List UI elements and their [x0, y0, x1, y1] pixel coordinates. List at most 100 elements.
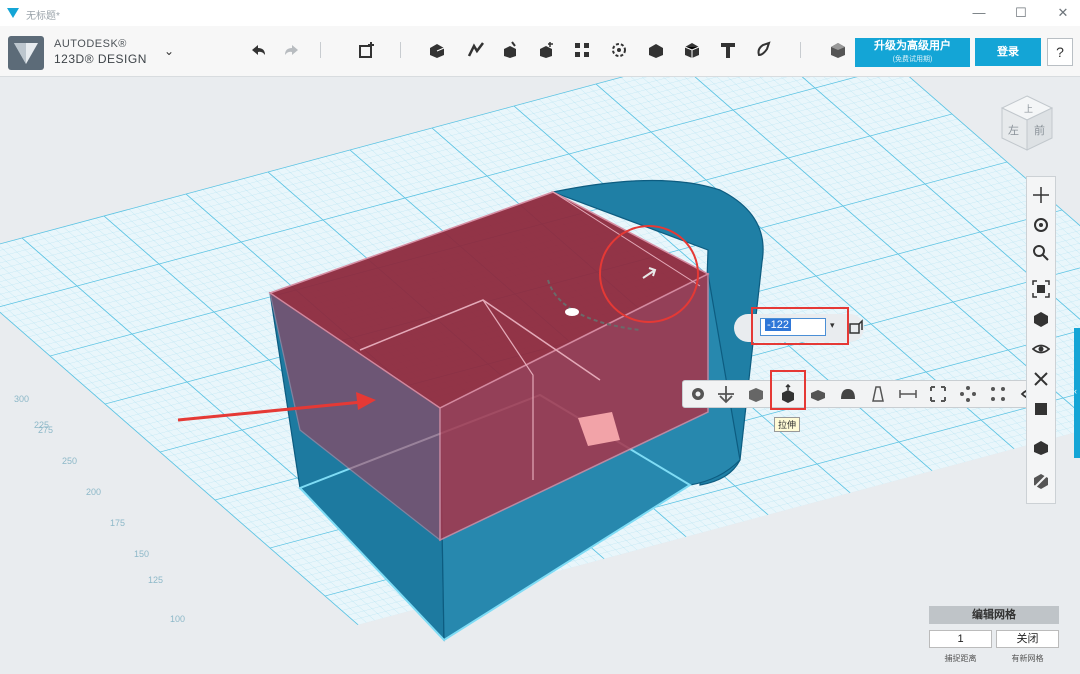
- redo-icon: [285, 45, 298, 55]
- sweep-icon: [811, 390, 825, 401]
- undo-button[interactable]: [246, 38, 270, 62]
- snap-button[interactable]: [752, 38, 776, 62]
- primitives-button[interactable]: [355, 38, 379, 62]
- ctx-pattern-button[interactable]: [956, 382, 980, 406]
- scale-icon: [930, 386, 946, 402]
- chevron-left-icon: ‹: [1074, 386, 1077, 396]
- highlight-extrude-box: [770, 370, 806, 410]
- outline-button[interactable]: [1031, 399, 1051, 419]
- snap-icon: [757, 41, 771, 57]
- ctx-sweep-button[interactable]: [806, 382, 830, 406]
- viewcube-left-label: 左: [1008, 124, 1019, 137]
- extrude-mode-icon[interactable]: [848, 318, 866, 336]
- ctx-grid-button[interactable]: [986, 382, 1010, 406]
- grid-label: 175: [110, 518, 125, 528]
- cube-outline-icon: [684, 43, 700, 58]
- grid-label: 100: [170, 614, 185, 624]
- ctx-measure-button[interactable]: [896, 382, 920, 406]
- combine-icon: [612, 43, 626, 57]
- text-button[interactable]: [716, 38, 740, 62]
- construct-icon: [467, 42, 484, 57]
- material-cube-button[interactable]: [680, 38, 704, 62]
- ctx-settings-button[interactable]: [686, 382, 710, 406]
- viewcube-front-label: 前: [1034, 123, 1045, 137]
- redo-button[interactable]: [280, 38, 304, 62]
- zoom-icon: [1033, 245, 1049, 261]
- grid-label: 125: [148, 575, 163, 585]
- close-button[interactable]: ✕: [1050, 4, 1076, 22]
- app-logo-icon: [7, 8, 19, 18]
- ctx-loft-button[interactable]: [866, 382, 890, 406]
- edit-grid-button[interactable]: 编辑网格: [929, 606, 1059, 624]
- upgrade-button[interactable]: 升级为高级用户 (免费试用期): [855, 38, 970, 67]
- toolbar-separator: [320, 42, 321, 58]
- combine-button[interactable]: [607, 38, 631, 62]
- snap-distance-caption: 捕捉距离: [944, 654, 977, 663]
- pattern-dots-icon: [960, 386, 976, 402]
- navigation-bar: [1026, 176, 1056, 504]
- highlight-circle: [599, 225, 699, 323]
- hide-button[interactable]: [1031, 471, 1051, 491]
- maximize-button[interactable]: ☐: [1008, 4, 1034, 22]
- gear-icon: [692, 388, 704, 400]
- pressfit-icon: [749, 388, 763, 402]
- grid-label: 150: [134, 549, 149, 559]
- construct-button[interactable]: [464, 38, 488, 62]
- login-button[interactable]: 登录: [975, 38, 1041, 66]
- ctx-pressfit-button[interactable]: [744, 382, 768, 406]
- loft-icon: [872, 386, 884, 402]
- grid-label: 250: [62, 456, 77, 466]
- brand-line1: AUTODESK®: [54, 38, 127, 50]
- pan-button[interactable]: [1031, 185, 1051, 205]
- sketch-icon: [430, 44, 445, 58]
- orbit-button[interactable]: [1031, 215, 1051, 235]
- title-bar: 无标题*: [0, 0, 1080, 26]
- measure-button[interactable]: [644, 38, 668, 62]
- pan-icon: [1033, 187, 1049, 203]
- outline-icon: [1035, 403, 1047, 415]
- dimension-icon: [899, 390, 917, 398]
- grid-dots-icon: [991, 387, 1005, 401]
- viewport-canvas[interactable]: 300 275 250 225 200 175 150 125 100: [0, 77, 1080, 674]
- view-solid-button[interactable]: [1031, 309, 1051, 329]
- snap-distance-input[interactable]: 1: [929, 630, 992, 648]
- grid-close-button[interactable]: 关闭: [996, 630, 1059, 648]
- extrude-tooltip: 拉伸: [774, 417, 801, 432]
- material-icon: [831, 43, 845, 58]
- primitives-icon: [359, 42, 374, 58]
- measure-icon: [649, 44, 663, 58]
- help-button[interactable]: ?: [1047, 38, 1073, 66]
- zoom-button[interactable]: [1031, 243, 1051, 263]
- brand-menu-caret-icon[interactable]: ⌄: [164, 44, 174, 58]
- ctx-scale-button[interactable]: [926, 382, 950, 406]
- pattern-button[interactable]: [534, 38, 558, 62]
- modify-icon: [504, 41, 516, 58]
- move-icon: [718, 386, 734, 404]
- ctx-revolve-button[interactable]: [836, 382, 860, 406]
- upgrade-sublabel: (免费试用期): [892, 56, 933, 63]
- cube-icon: [1034, 312, 1048, 327]
- grid-label: 225: [34, 420, 49, 430]
- group-icon: [575, 43, 589, 57]
- material-view-button[interactable]: [1031, 369, 1051, 389]
- brand-logo-icon[interactable]: [8, 36, 44, 70]
- visibility-button[interactable]: [1031, 339, 1051, 359]
- eye-icon: [1032, 344, 1050, 354]
- fit-button[interactable]: [1031, 279, 1051, 299]
- text-icon: [721, 43, 735, 58]
- side-panel-toggle[interactable]: ‹: [1074, 328, 1080, 458]
- sketch-button[interactable]: [425, 38, 449, 62]
- hide-icon: [1032, 472, 1050, 490]
- grid-caption: 有新网格: [1011, 654, 1044, 663]
- group-button[interactable]: [570, 38, 594, 62]
- material-button[interactable]: [826, 38, 850, 62]
- modify-button[interactable]: [498, 38, 522, 62]
- viewcube[interactable]: 上 左 前: [996, 92, 1058, 154]
- ctx-move-button[interactable]: [714, 382, 738, 406]
- minimize-button[interactable]: —: [966, 4, 992, 22]
- window-title: 无标题*: [26, 11, 60, 22]
- upgrade-label: 升级为高级用户: [874, 40, 951, 52]
- fit-icon: [1032, 280, 1050, 298]
- undo-icon: [252, 45, 265, 55]
- component-button[interactable]: [1031, 437, 1051, 457]
